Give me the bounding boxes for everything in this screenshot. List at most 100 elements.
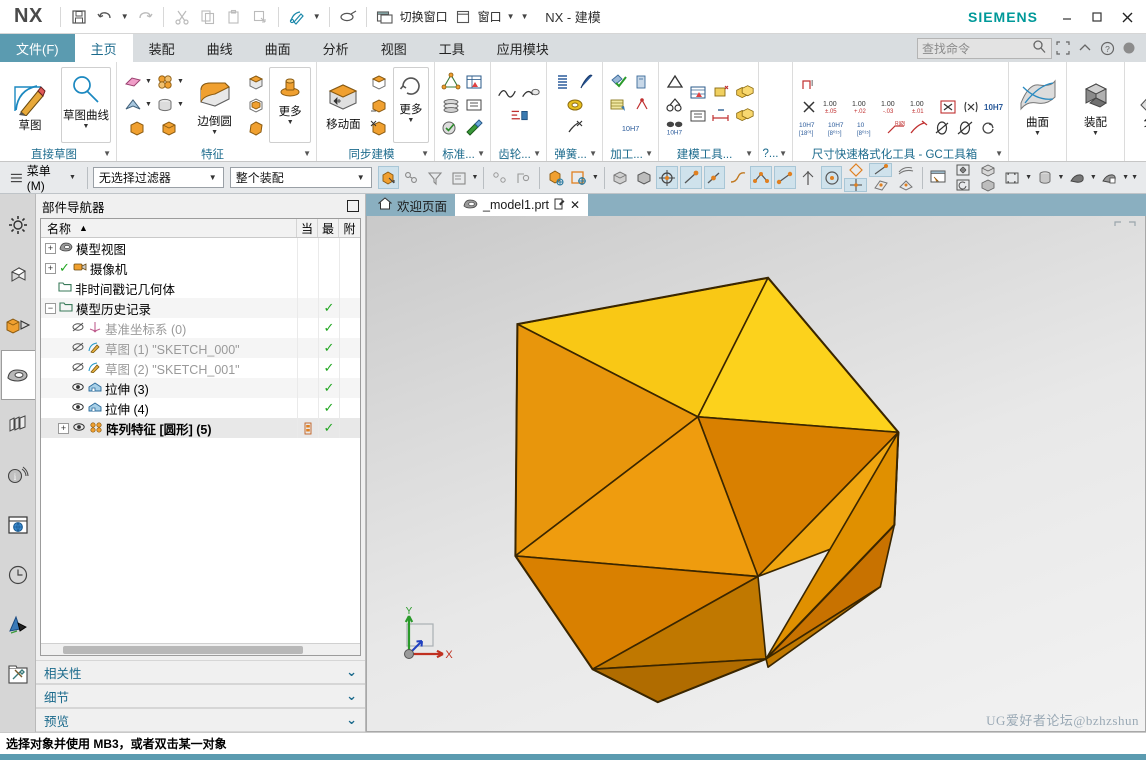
hd3d-tools-icon[interactable]: i	[1, 450, 35, 500]
text-list-icon[interactable]	[687, 105, 709, 127]
switch-window-icon[interactable]	[372, 4, 398, 30]
datum-plane-icon[interactable]	[122, 71, 144, 93]
center-snap-icon[interactable]	[820, 166, 843, 189]
edge-blend-button[interactable]: 边倒圆 ▼	[186, 74, 243, 136]
user-avatar[interactable]	[1118, 37, 1140, 59]
synchronous-more-button[interactable]: 更多 ▼	[392, 66, 429, 143]
datum-csys-caret[interactable]: ▼	[145, 101, 152, 108]
datum-plane-caret[interactable]: ▼	[145, 78, 152, 85]
machining-tool-icon[interactable]	[631, 71, 653, 93]
fullscreen-icon[interactable]	[1052, 37, 1074, 59]
feature-more-caret[interactable]: ▼	[287, 119, 294, 126]
suppress-icon[interactable]	[71, 361, 85, 376]
group-dialog-launcher[interactable]: ▼	[421, 149, 429, 158]
visibility-icon[interactable]	[71, 401, 85, 416]
triangle-icon[interactable]	[664, 71, 686, 93]
draft-icon[interactable]	[245, 117, 267, 139]
tree-expander[interactable]: −	[45, 302, 56, 314]
pull-face-icon[interactable]	[368, 71, 390, 93]
feature-more-button[interactable]: 更多 ▼	[269, 66, 311, 143]
torsion-spring-icon[interactable]	[564, 94, 586, 116]
gc-tolerance-2[interactable]: 1.00 +.02	[850, 96, 878, 118]
undo-icon[interactable]	[92, 4, 118, 30]
bevel-gear-icon[interactable]	[519, 82, 541, 104]
vertex-snap-icon[interactable]	[750, 166, 772, 189]
tab-view[interactable]: 视图	[365, 34, 423, 62]
view-layout-icon[interactable]	[928, 166, 949, 189]
graphics-viewport[interactable]: Y X UG爱好者论坛@bzhzshun	[366, 216, 1146, 732]
part-validate-icon[interactable]	[440, 117, 462, 139]
close-icon[interactable]: ✕	[570, 198, 580, 212]
sketch-button[interactable]: 草图	[5, 76, 55, 133]
scrollbar-thumb[interactable]	[63, 645, 303, 654]
tension-spring-icon[interactable]	[575, 71, 597, 93]
curve-snap-icon[interactable]	[727, 166, 748, 189]
doc-tab-model1[interactable]: _model1.prt ✕	[455, 194, 589, 216]
gc-dim-edit-icon[interactable]	[908, 117, 930, 139]
window-icon[interactable]	[450, 4, 476, 30]
gc-fit-1[interactable]: 10H7 [18⁰¹]	[798, 117, 826, 139]
section-dependencies[interactable]: 相关性 ⌄	[36, 660, 365, 684]
gc-tolerance-1[interactable]: 1.00 ±.05	[821, 96, 849, 118]
group-dialog-launcher[interactable]: ▼	[645, 149, 653, 158]
table-row[interactable]: − 模型历史记录 ✓	[41, 298, 360, 318]
endpoint-icon[interactable]	[680, 166, 702, 189]
gc-fit-3[interactable]: 10 [8⁰¹⁵]	[856, 117, 884, 139]
chamfer-icon[interactable]	[245, 71, 267, 93]
gc-leader-icon[interactable]: R|Ø|	[885, 117, 907, 139]
extrude-icon[interactable]	[126, 117, 148, 139]
wcs-caret[interactable]: ▼	[592, 174, 599, 181]
section-details[interactable]: 细节 ⌄	[36, 684, 365, 708]
render-style-icon[interactable]	[1034, 166, 1055, 189]
analysis-button[interactable]: 分析 ▼	[1130, 73, 1146, 137]
ruler-dim-icon[interactable]	[710, 105, 732, 127]
search-icon[interactable]	[1032, 39, 1047, 57]
tab-file[interactable]: 文件(F)	[0, 34, 75, 62]
hole-pattern-icon[interactable]	[154, 71, 176, 93]
axis-snap-icon[interactable]	[798, 166, 819, 189]
sketch-tool-icon[interactable]	[284, 4, 310, 30]
doc-tab-welcome[interactable]: 欢迎页面	[370, 194, 456, 216]
table-row[interactable]: 非时间戳记几何体	[41, 278, 360, 298]
move-face-button[interactable]: 移动面	[322, 77, 365, 132]
menu-button[interactable]: 菜单(M) ▼	[4, 162, 82, 193]
gear-list-icon[interactable]	[508, 105, 530, 127]
window-label[interactable]: 窗口	[476, 8, 504, 25]
gc-box-x-icon[interactable]	[937, 96, 959, 118]
cmdbar-overflow-caret[interactable]: ▼	[1131, 174, 1138, 181]
undo-dropdown-caret[interactable]: ▼	[121, 12, 129, 21]
surface-snap-icon[interactable]	[894, 163, 917, 177]
web-browser-icon[interactable]	[1, 500, 35, 550]
body-select-icon[interactable]	[633, 166, 654, 189]
gc-diameter-2[interactable]	[954, 117, 976, 139]
gc-tolerance-4[interactable]: 1.00 ±.01	[908, 96, 936, 118]
process-studio-icon[interactable]	[1, 600, 35, 650]
wireframe-view-icon[interactable]	[977, 178, 1000, 192]
gc-remove-icon[interactable]	[798, 96, 820, 118]
surface-caret[interactable]: ▼	[1034, 130, 1041, 137]
intersection-snap-icon[interactable]	[844, 178, 868, 192]
help-icon[interactable]: ?	[1096, 37, 1118, 59]
group-dialog-launcher[interactable]: ▼	[745, 149, 753, 158]
minimize-button[interactable]	[1052, 2, 1082, 32]
group-dialog-launcher[interactable]: ▼	[303, 149, 311, 158]
select-general-icon[interactable]	[377, 166, 400, 189]
eraser-icon[interactable]	[335, 4, 361, 30]
rotate-icon[interactable]	[952, 178, 975, 192]
snap-point-icon[interactable]	[489, 166, 510, 189]
copy-icon[interactable]	[195, 4, 221, 30]
group-dialog-launcher[interactable]: ▼	[477, 149, 485, 158]
synchronous-more-caret[interactable]: ▼	[407, 117, 414, 124]
table-row[interactable]: + 阵列特征 [圆形] (5) ✓	[41, 418, 360, 438]
visibility-icon[interactable]	[71, 381, 85, 396]
select-feature-icon[interactable]	[401, 166, 422, 189]
glasses-tol-icon[interactable]: 10H7	[664, 117, 686, 139]
part-navigator-alt-icon[interactable]	[1, 300, 35, 350]
table-row[interactable]: 拉伸 (4) ✓	[41, 398, 360, 418]
visibility-icon[interactable]	[72, 421, 86, 436]
suppress-icon[interactable]	[71, 341, 85, 356]
gc-datum-icon[interactable]: I	[798, 74, 820, 96]
tab-curve[interactable]: 曲线	[191, 34, 249, 62]
table-row[interactable]: 基准坐标系 (0) ✓	[41, 318, 360, 338]
view-settings-icon[interactable]	[1099, 166, 1120, 189]
